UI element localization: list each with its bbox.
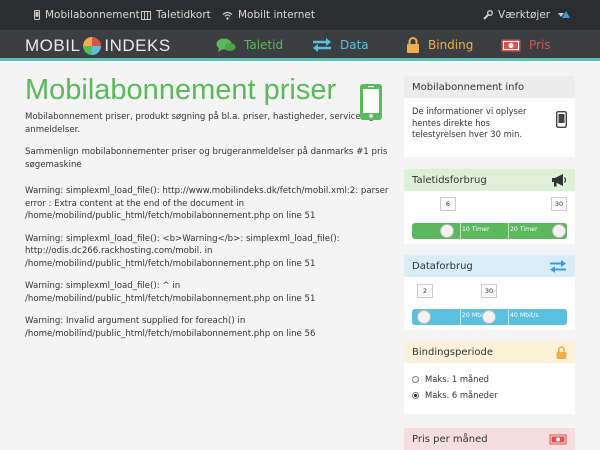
mainnav-data[interactable]: Data xyxy=(312,30,369,60)
info-panel: Mobilabonnement info De informationer vi… xyxy=(404,76,575,157)
panel-title: Mobilabonnement info xyxy=(412,81,525,93)
smartphone-icon xyxy=(360,84,382,120)
mobile-icon xyxy=(556,111,567,128)
logo-text-mobil: MOBIL xyxy=(25,36,81,55)
page-title: Mobilabonnement priser xyxy=(25,74,337,106)
topnav-label: Taletidkort xyxy=(156,9,211,21)
panel-title: Taletidsforbrug xyxy=(412,174,487,186)
mainnav-pris[interactable]: Pris xyxy=(501,30,551,60)
data-slider[interactable]: 20 Mbit/s 40 Mbit/s xyxy=(412,309,567,325)
panel-header: Bindingsperiode xyxy=(404,341,575,363)
panel-title: Bindingsperiode xyxy=(412,346,494,358)
topnav-label: Mobilt internet xyxy=(238,9,315,21)
exchange-arrows-icon xyxy=(313,38,331,52)
site-logo[interactable]: MOBIL INDEKS xyxy=(25,35,171,57)
logo-pie-icon xyxy=(83,37,102,55)
panel-header: Pris per måned xyxy=(404,428,575,450)
radio-label: Maks. 1 måned xyxy=(425,374,489,384)
warning-text: Warning: simplexml_load_file(): http://w… xyxy=(25,186,389,221)
tools-dropdown[interactable]: Værktøjer xyxy=(483,0,565,30)
slider-handle-max[interactable] xyxy=(482,310,496,324)
main-navbar: MOBIL INDEKS Taletid Data Binding Pris xyxy=(0,30,600,61)
intro-text: Sammenlign mobilabonnementer priser og b… xyxy=(25,147,388,170)
topnav-taletidkort[interactable]: Taletidkort xyxy=(141,0,211,30)
slider-label: 10 Timer xyxy=(462,226,490,233)
binding-option-1[interactable]: Maks. 1 måned xyxy=(412,371,567,387)
mainnav-label: Data xyxy=(340,38,369,52)
intro-text: Mobilabonnement priser, produkt søgning … xyxy=(25,112,375,135)
mobile-icon xyxy=(34,10,40,20)
binding-panel: Bindingsperiode Maks. 1 måned Maks. 6 må… xyxy=(404,341,575,414)
money-icon xyxy=(501,39,521,51)
panel-header: Dataforbrug xyxy=(404,255,575,277)
logo-text-indeks: INDEKS xyxy=(104,36,171,55)
binding-option-6[interactable]: Maks. 6 måneder xyxy=(412,387,567,403)
warning-text: Warning: simplexml_load_file(): ^ in /ho… xyxy=(25,281,316,304)
warning-text: Warning: simplexml_load_file(): <b>Warni… xyxy=(25,233,340,269)
mainnav-label: Pris xyxy=(529,38,551,52)
wrench-icon xyxy=(483,10,493,20)
topnav-mobilabonnement[interactable]: Mobilabonnement xyxy=(34,0,140,30)
panel-header: Mobilabonnement info xyxy=(404,76,575,98)
min-value-box: 2 xyxy=(417,284,433,298)
money-icon xyxy=(549,434,567,444)
exchange-arrows-icon xyxy=(550,259,566,273)
pris-panel: Pris per måned xyxy=(404,428,575,450)
slider-handle-max[interactable] xyxy=(552,224,566,238)
wifi-icon xyxy=(222,11,233,20)
top-bar: Mobilabonnement Taletidkort Mobilt inter… xyxy=(0,0,600,30)
slider-label: 20 Timer xyxy=(510,226,538,233)
topnav-mobilt-internet[interactable]: Mobilt internet xyxy=(222,0,315,30)
taletid-slider[interactable]: 10 Timer 20 Timer xyxy=(412,223,567,239)
sim-card-icon xyxy=(141,10,151,20)
data-panel: Dataforbrug 2 30 20 Mbit/s 40 Mbit/s xyxy=(404,255,575,330)
info-text: De informationer vi oplyser hentes direk… xyxy=(412,106,527,139)
mainnav-binding[interactable]: Binding xyxy=(406,30,473,60)
warning-text: Warning: Invalid argument supplied for f… xyxy=(25,316,316,339)
lock-icon xyxy=(407,37,419,53)
chat-bubbles-icon xyxy=(216,38,236,52)
taletid-panel: Taletidsforbrug 6 30 10 Timer 20 Timer xyxy=(404,169,575,244)
max-value-box: 30 xyxy=(551,197,567,211)
mainnav-label: Binding xyxy=(428,38,474,52)
scroll-top-icon[interactable] xyxy=(562,11,570,18)
panel-header: Taletidsforbrug xyxy=(404,169,575,191)
topnav-label: Mobilabonnement xyxy=(45,9,140,21)
megaphone-icon xyxy=(552,173,567,186)
lock-icon xyxy=(556,345,567,359)
mainnav-label: Taletid xyxy=(244,38,284,52)
panel-title: Dataforbrug xyxy=(412,260,473,272)
slider-handle-min[interactable] xyxy=(417,310,431,324)
main-content: Mobilabonnement priser Mobilabonnement p… xyxy=(25,72,390,340)
min-value-box: 6 xyxy=(440,197,456,211)
mainnav-taletid[interactable]: Taletid xyxy=(216,30,283,60)
radio-button[interactable] xyxy=(412,375,419,383)
panel-title: Pris per måned xyxy=(412,433,488,445)
radio-label: Maks. 6 måneder xyxy=(425,390,498,400)
tools-label: Værktøjer xyxy=(498,9,551,21)
max-value-box: 30 xyxy=(481,284,497,298)
slider-label: 40 Mbit/s xyxy=(510,312,539,319)
slider-handle-min[interactable] xyxy=(440,224,454,238)
radio-button-selected[interactable] xyxy=(412,391,419,399)
